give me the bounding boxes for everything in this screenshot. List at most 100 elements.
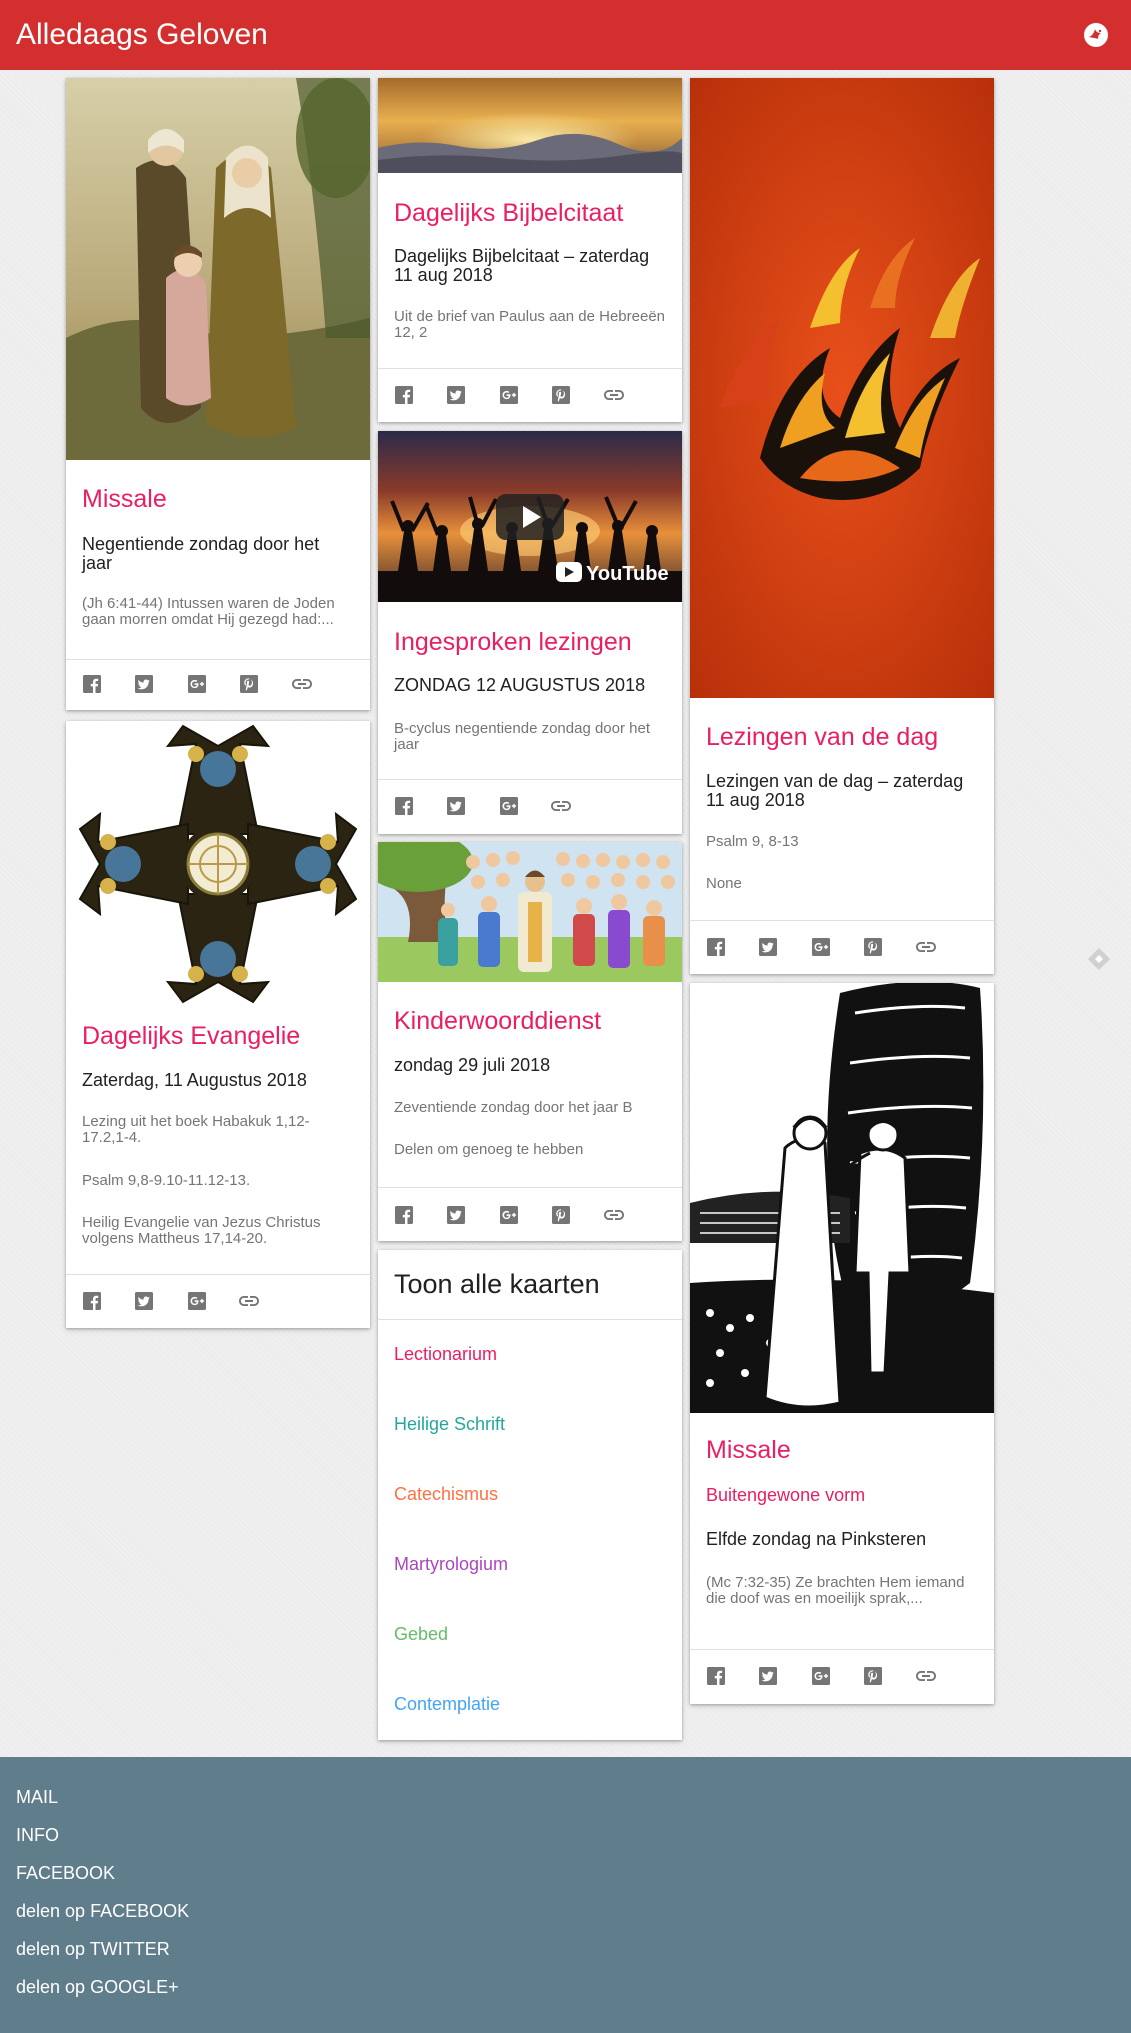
- divider: [378, 1187, 682, 1188]
- link-icon[interactable]: [237, 1289, 261, 1313]
- share-row: [392, 1203, 652, 1227]
- card-subtitle: Lezingen van de dag – zaterdag 11 aug 20…: [706, 771, 964, 810]
- facebook-icon[interactable]: [80, 672, 104, 696]
- card-title[interactable]: Missale: [82, 484, 354, 514]
- card-excerpt: B-cyclus negentiende zondag door het jaa…: [394, 720, 651, 753]
- card-subtitle: Dagelijks Bijbelcitaat – zaterdag 11 aug…: [394, 246, 650, 285]
- fire-banner-image[interactable]: [690, 78, 994, 698]
- footer-link-share-twitter[interactable]: delen op TWITTER: [16, 1938, 170, 1960]
- card-missale-buitengewone-vorm: Missale Buitengewone vorm Elfde zondag n…: [690, 983, 994, 1704]
- divider: [378, 1319, 682, 1320]
- holy-family-painting[interactable]: [66, 78, 370, 460]
- twitter-icon[interactable]: [132, 1289, 156, 1313]
- facebook-icon[interactable]: [704, 1664, 728, 1688]
- pinterest-icon[interactable]: [861, 1664, 885, 1688]
- facebook-icon[interactable]: [392, 383, 416, 407]
- share-row: [80, 1289, 300, 1313]
- google-plus-icon[interactable]: [497, 383, 521, 407]
- card-title[interactable]: Missale: [706, 1435, 978, 1465]
- link-icon[interactable]: [602, 383, 626, 407]
- google-plus-icon[interactable]: [809, 935, 833, 959]
- svg-text:YouTube: YouTube: [586, 563, 669, 585]
- divider: [378, 368, 682, 369]
- google-plus-icon[interactable]: [185, 672, 209, 696]
- card-reading-line: Lezing uit het boek Habakuk 1,12-17.2,1-…: [82, 1113, 310, 1146]
- card-reading-line: Heilig Evangelie van Jezus Christus volg…: [82, 1214, 321, 1247]
- link-icon[interactable]: [549, 794, 573, 818]
- google-plus-icon[interactable]: [497, 1203, 521, 1227]
- card-title[interactable]: Kinderwoorddienst: [394, 1006, 666, 1036]
- card-line: Delen om genoeg te hebben: [394, 1141, 584, 1158]
- card-dagelijks-bijbelcitaat: Dagelijks Bijbelcitaat Dagelijks Bijbelc…: [378, 78, 682, 422]
- card-line: Psalm 9, 8-13: [706, 833, 799, 850]
- pinterest-icon[interactable]: [237, 672, 261, 696]
- facebook-icon[interactable]: [392, 794, 416, 818]
- link-lectionarium[interactable]: Lectionarium: [394, 1343, 497, 1365]
- footer-link-share-facebook[interactable]: delen op FACEBOOK: [16, 1900, 189, 1922]
- divider: [66, 659, 370, 660]
- link-heilige-schrift[interactable]: Heilige Schrift: [394, 1413, 505, 1435]
- pinterest-icon[interactable]: [861, 935, 885, 959]
- card-subtitle: Negentiende zondag door het jaar: [82, 534, 320, 573]
- link-icon[interactable]: [602, 1203, 626, 1227]
- app-bar: Alledaags Geloven: [0, 0, 1131, 70]
- divider: [690, 920, 994, 921]
- twitter-icon[interactable]: [132, 672, 156, 696]
- card-lezingen-van-de-dag: Lezingen van de dag Lezingen van de dag …: [690, 78, 994, 974]
- card-title[interactable]: Dagelijks Evangelie: [82, 1021, 354, 1051]
- link-icon[interactable]: [290, 672, 314, 696]
- card-title[interactable]: Dagelijks Bijbelcitaat: [394, 198, 666, 228]
- facebook-icon[interactable]: [392, 1203, 416, 1227]
- side-tag-icon[interactable]: [1086, 946, 1112, 972]
- twitter-icon[interactable]: [444, 383, 468, 407]
- twitter-icon[interactable]: [756, 935, 780, 959]
- link-martyrologium[interactable]: Martyrologium: [394, 1553, 508, 1575]
- twitter-icon[interactable]: [444, 1203, 468, 1227]
- twitter-icon[interactable]: [756, 1664, 780, 1688]
- card-all-cards: Toon alle kaarten Lectionarium Heilige S…: [378, 1250, 682, 1740]
- share-row: [704, 1664, 964, 1688]
- facebook-icon[interactable]: [80, 1289, 104, 1313]
- card-title[interactable]: Ingesproken lezingen: [394, 627, 666, 657]
- google-plus-icon[interactable]: [809, 1664, 833, 1688]
- footer-link-facebook[interactable]: FACEBOOK: [16, 1862, 115, 1884]
- footer-link-info[interactable]: INFO: [16, 1824, 59, 1846]
- pinterest-icon[interactable]: [549, 1203, 573, 1227]
- link-icon[interactable]: [914, 1664, 938, 1688]
- twitter-icon[interactable]: [444, 794, 468, 818]
- dove-logo-icon[interactable]: [1083, 22, 1109, 48]
- share-row: [392, 383, 652, 407]
- link-catechismus[interactable]: Catechismus: [394, 1483, 498, 1505]
- card-subtitle: ZONDAG 12 AUGUSTUS 2018: [394, 675, 646, 695]
- card-missale: Missale Negentiende zondag door het jaar…: [66, 78, 370, 710]
- footer-link-mail[interactable]: MAIL: [16, 1786, 58, 1808]
- jesus-healing-drawing[interactable]: [690, 983, 994, 1413]
- app-title[interactable]: Alledaags Geloven: [16, 16, 268, 54]
- card-reading-line: Psalm 9,8-9.10-11.12-13.: [82, 1172, 251, 1189]
- facebook-icon[interactable]: [704, 935, 728, 959]
- google-plus-icon[interactable]: [185, 1289, 209, 1313]
- google-plus-icon[interactable]: [497, 794, 521, 818]
- share-row: [392, 794, 612, 818]
- card-form-label: Buitengewone vorm: [706, 1485, 866, 1505]
- link-contemplatie[interactable]: Contemplatie: [394, 1693, 500, 1715]
- card-subtitle: Elfde zondag na Pinksteren: [706, 1529, 927, 1549]
- card-line: Zeventiende zondag door het jaar B: [394, 1099, 633, 1116]
- card-subtitle: zondag 29 juli 2018: [394, 1055, 551, 1075]
- video-thumbnail[interactable]: YouTube: [378, 431, 682, 602]
- all-cards-title[interactable]: Toon alle kaarten: [394, 1268, 600, 1300]
- card-kinderwoorddienst: Kinderwoorddienst zondag 29 juli 2018 Ze…: [378, 842, 682, 1241]
- footer: MAIL INFO FACEBOOK delen op FACEBOOK del…: [0, 1757, 1131, 2033]
- footer-link-share-google-plus[interactable]: delen op GOOGLE+: [16, 1976, 179, 1998]
- link-icon[interactable]: [914, 935, 938, 959]
- divider: [690, 1649, 994, 1650]
- sunset-sky-image[interactable]: [378, 78, 682, 173]
- card-ingesproken-lezingen: YouTube Ingesproken lezingen ZONDAG 12 A…: [378, 431, 682, 834]
- stained-glass-cross-image[interactable]: [66, 721, 370, 1011]
- pinterest-icon[interactable]: [549, 383, 573, 407]
- card-title[interactable]: Lezingen van de dag: [706, 722, 978, 752]
- card-line: None: [706, 875, 742, 892]
- children-illustration[interactable]: [378, 842, 682, 982]
- link-gebed[interactable]: Gebed: [394, 1623, 448, 1645]
- card-excerpt: (Jh 6:41-44) Intussen waren de Joden gaa…: [82, 595, 335, 628]
